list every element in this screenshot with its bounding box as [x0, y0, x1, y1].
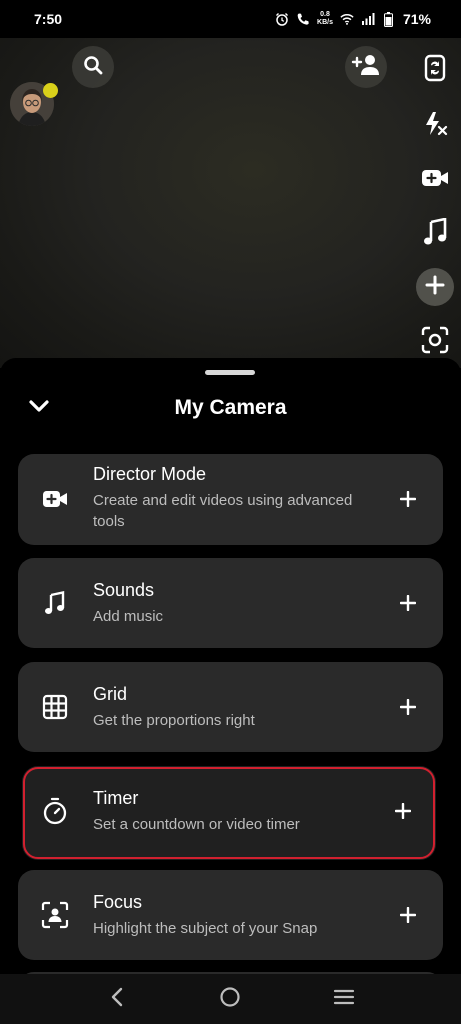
- flip-camera-icon: [422, 53, 448, 88]
- system-nav-bar: [0, 974, 461, 1024]
- card-director-mode[interactable]: Director Mode Create and edit videos usi…: [18, 454, 443, 545]
- net-speed: 0.8 KB/s: [317, 11, 333, 27]
- search-button[interactable]: [72, 46, 114, 88]
- card-title: Grid: [93, 684, 128, 704]
- video-plus-icon: [40, 484, 70, 514]
- scan-icon: [421, 326, 449, 359]
- add-button[interactable]: [395, 590, 421, 616]
- plus-icon: [400, 491, 416, 507]
- search-icon: [82, 54, 104, 81]
- plus-icon: [400, 907, 416, 923]
- card-title: Sounds: [93, 580, 155, 600]
- home-circle-icon: [219, 986, 241, 1013]
- add-friend-icon: [351, 53, 381, 82]
- sheet-title: My Camera: [174, 396, 287, 419]
- sheet-drag-handle[interactable]: [205, 370, 255, 375]
- add-button[interactable]: [390, 798, 416, 824]
- card-description: Create and edit videos using advanced to…: [93, 492, 353, 530]
- status-time: 7:50: [34, 11, 63, 27]
- card-description: Get the proportions right: [93, 712, 255, 729]
- sheet-header: My Camera: [0, 388, 461, 428]
- focus-icon: [40, 900, 70, 930]
- notification-dot: [43, 83, 58, 98]
- card-timer[interactable]: Timer Set a countdown or video timer: [22, 766, 436, 860]
- music-note-icon: [40, 588, 70, 618]
- add-friend-button[interactable]: [345, 46, 387, 88]
- flash-off-icon: [421, 110, 449, 143]
- my-camera-sheet: My Camera Director Mode Create and edit …: [0, 358, 461, 992]
- scan-button[interactable]: [417, 324, 453, 360]
- signal-icon: [361, 12, 375, 26]
- card-description: Set a countdown or video timer: [93, 816, 300, 833]
- card-grid[interactable]: Grid Get the proportions right: [18, 662, 443, 752]
- battery-icon: [382, 11, 396, 27]
- add-button[interactable]: [395, 694, 421, 720]
- director-mode-icon: [421, 167, 449, 194]
- card-focus[interactable]: Focus Highlight the subject of your Snap: [18, 870, 443, 960]
- profile-avatar-button[interactable]: [10, 82, 60, 132]
- stopwatch-icon: [40, 796, 70, 826]
- net-speed-value: 0.8: [320, 11, 330, 18]
- add-button[interactable]: [395, 486, 421, 512]
- collapse-button[interactable]: [22, 394, 56, 422]
- wifi-icon: [340, 12, 354, 26]
- more-tools-button[interactable]: [416, 268, 454, 306]
- card-description: Add music: [93, 608, 164, 625]
- grid-icon: [40, 692, 70, 722]
- chevron-down-icon: [28, 399, 50, 418]
- camera-side-rail: [409, 46, 461, 362]
- back-chevron-icon: [110, 987, 124, 1012]
- card-title: Timer: [93, 788, 139, 808]
- plus-icon: [395, 803, 411, 819]
- card-sounds[interactable]: Sounds Add music: [18, 558, 443, 648]
- camera-preview[interactable]: [0, 38, 461, 368]
- menu-lines-icon: [333, 988, 355, 1011]
- net-speed-unit: KB/s: [317, 19, 333, 26]
- music-note-icon: [422, 216, 448, 251]
- plus-icon: [400, 699, 416, 715]
- status-bar: 7:50 0.8 KB/s 71%: [0, 0, 461, 38]
- add-button[interactable]: [395, 902, 421, 928]
- card-description: Highlight the subject of your Snap: [93, 920, 318, 937]
- status-icons: 0.8 KB/s 71%: [275, 11, 431, 27]
- flash-button[interactable]: [417, 108, 453, 144]
- director-mode-button[interactable]: [417, 162, 453, 198]
- music-button[interactable]: [417, 216, 453, 252]
- card-title: Director Mode: [93, 464, 207, 484]
- wifi-call-icon: [296, 12, 310, 26]
- nav-back-button[interactable]: [97, 979, 137, 1019]
- plus-icon: [425, 275, 445, 300]
- card-title: Focus: [93, 892, 143, 912]
- plus-icon: [400, 595, 416, 611]
- nav-menu-button[interactable]: [324, 979, 364, 1019]
- flip-camera-button[interactable]: [417, 52, 453, 88]
- alarm-icon: [275, 12, 289, 26]
- battery-percent: 71%: [402, 11, 431, 27]
- nav-home-button[interactable]: [210, 979, 250, 1019]
